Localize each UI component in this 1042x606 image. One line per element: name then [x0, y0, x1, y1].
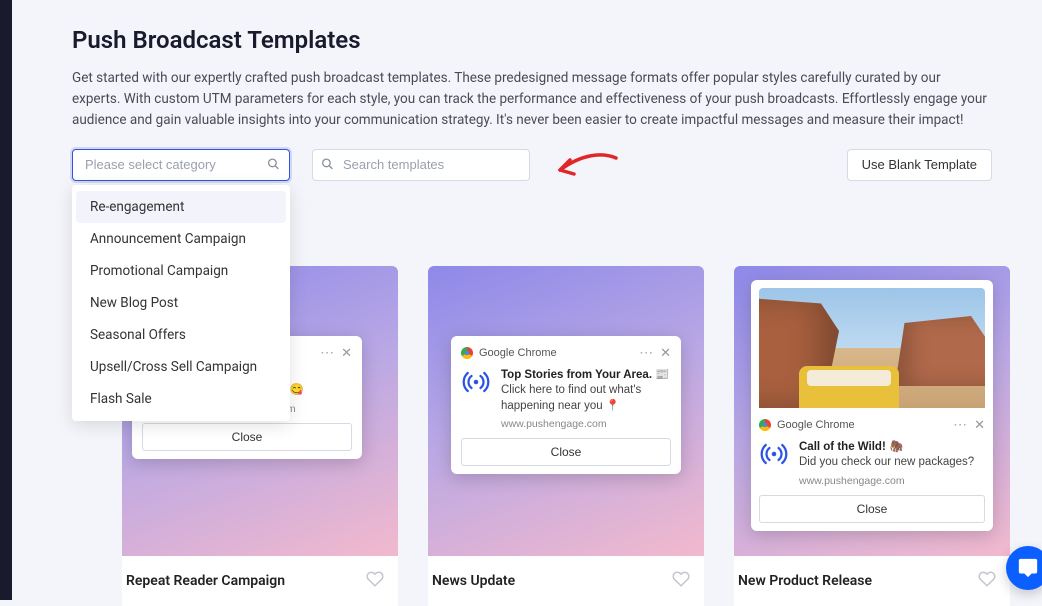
- search-icon: [267, 155, 280, 174]
- page-title: Push Broadcast Templates: [72, 26, 992, 54]
- template-preview: Google Chrome ⋯ ✕: [428, 266, 704, 556]
- template-title: News Update: [432, 573, 515, 589]
- notif-close-button[interactable]: Close: [461, 438, 671, 466]
- chat-icon: [1017, 557, 1039, 579]
- intro-text: Get started with our expertly crafted pu…: [72, 68, 992, 131]
- notif-desc: Did you check our new packages?: [799, 455, 985, 471]
- more-icon: ⋯: [320, 344, 335, 361]
- chrome-icon: [461, 347, 473, 359]
- heart-icon[interactable]: [366, 570, 384, 592]
- category-select[interactable]: [72, 149, 290, 181]
- card-footer: New Product Release: [734, 556, 1010, 606]
- category-option[interactable]: Promotional Campaign: [76, 255, 286, 287]
- notif-close-button[interactable]: Close: [142, 423, 352, 451]
- template-title: Repeat Reader Campaign: [126, 573, 285, 589]
- search-wrap: [312, 149, 530, 181]
- hero-image: [759, 288, 985, 408]
- category-option[interactable]: New Blog Post: [76, 287, 286, 319]
- notif-domain: www.pushengage.com: [501, 418, 671, 430]
- card-footer: Repeat Reader Campaign: [122, 556, 398, 606]
- template-preview: Google Chrome ⋯ ✕: [734, 266, 1010, 556]
- card-footer: News Update: [428, 556, 704, 606]
- heart-icon[interactable]: [672, 570, 690, 592]
- notif-title: Top Stories from Your Area. 📰: [501, 367, 671, 381]
- broadcast-icon: [759, 439, 789, 469]
- more-icon: ⋯: [953, 416, 968, 433]
- notif-browser: Google Chrome: [479, 347, 557, 359]
- notification-preview: Google Chrome ⋯ ✕: [451, 336, 681, 474]
- notification-preview: Google Chrome ⋯ ✕: [751, 280, 993, 531]
- category-option[interactable]: Re-engagement: [76, 191, 286, 223]
- chrome-icon: [759, 419, 771, 431]
- controls-row: Re-engagement Announcement Campaign Prom…: [72, 149, 992, 181]
- category-option[interactable]: Upsell/Cross Sell Campaign: [76, 351, 286, 383]
- notif-browser: Google Chrome: [777, 419, 855, 431]
- template-card[interactable]: Google Chrome ⋯ ✕: [734, 266, 1010, 606]
- search-icon: [321, 155, 334, 174]
- use-blank-template-button[interactable]: Use Blank Template: [847, 149, 992, 181]
- more-icon: ⋯: [639, 344, 654, 361]
- search-input[interactable]: [312, 149, 530, 181]
- page-content: Push Broadcast Templates Get started wit…: [12, 0, 1042, 600]
- category-option[interactable]: Announcement Campaign: [76, 223, 286, 255]
- notif-close-button[interactable]: Close: [759, 495, 985, 523]
- chat-widget-button[interactable]: [1006, 546, 1042, 590]
- close-icon[interactable]: ✕: [974, 417, 985, 433]
- category-option[interactable]: Seasonal Offers: [76, 319, 286, 351]
- category-option[interactable]: Flash Sale: [76, 383, 286, 415]
- heart-icon[interactable]: [978, 570, 996, 592]
- template-title: New Product Release: [738, 573, 872, 589]
- category-select-wrap: Re-engagement Announcement Campaign Prom…: [72, 149, 290, 181]
- close-icon[interactable]: ✕: [341, 345, 352, 361]
- close-icon[interactable]: ✕: [660, 345, 671, 361]
- notif-desc: Click here to find out what's happening …: [501, 383, 671, 414]
- broadcast-icon: [461, 367, 491, 397]
- notif-title: Call of the Wild! 🦣: [799, 439, 985, 453]
- category-dropdown: Re-engagement Announcement Campaign Prom…: [72, 185, 290, 421]
- notif-domain: www.pushengage.com: [799, 475, 985, 487]
- template-card[interactable]: Google Chrome ⋯ ✕: [428, 266, 704, 606]
- left-nav-rail: [0, 0, 12, 600]
